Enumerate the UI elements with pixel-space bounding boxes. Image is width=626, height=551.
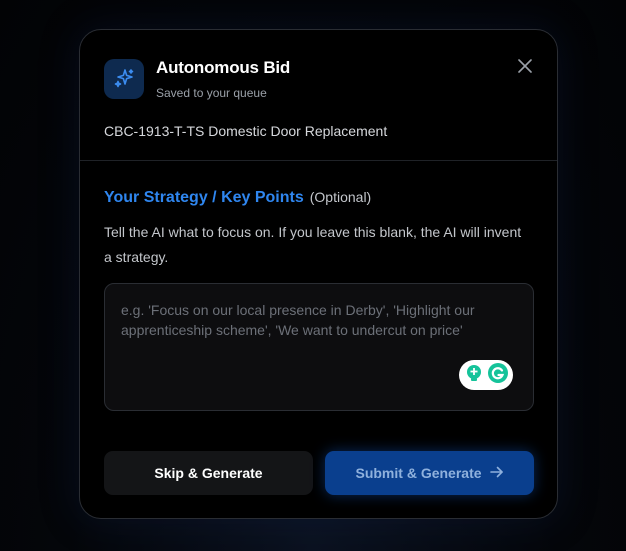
skip-generate-button[interactable]: Skip & Generate xyxy=(104,451,313,495)
autonomous-bid-modal: Autonomous Bid Saved to your queue CBC-1… xyxy=(79,29,558,519)
strategy-placeholder: e.g. 'Focus on our local presence in Der… xyxy=(121,302,475,338)
strategy-heading: Your Strategy / Key Points (Optional) xyxy=(104,189,371,207)
sparkles-icon xyxy=(104,59,144,99)
strategy-help-text: Tell the AI what to focus on. If you lea… xyxy=(104,224,522,265)
strategy-input[interactable]: e.g. 'Focus on our local presence in Der… xyxy=(104,283,534,411)
project-name: CBC-1913-T-TS Domestic Door Replacement xyxy=(104,123,388,139)
grammarly-widget[interactable] xyxy=(459,360,513,390)
close-icon[interactable] xyxy=(514,55,536,77)
submit-generate-label: Submit & Generate xyxy=(355,465,482,481)
strategy-title: Your Strategy / Key Points xyxy=(104,189,304,206)
grammarly-icon[interactable] xyxy=(487,362,509,389)
optional-label: (Optional) xyxy=(309,189,372,205)
submit-generate-button[interactable]: Submit & Generate xyxy=(325,451,534,495)
lightbulb-icon[interactable] xyxy=(464,363,484,388)
modal-subtitle: Saved to your queue xyxy=(156,86,267,100)
skip-generate-label: Skip & Generate xyxy=(154,465,263,481)
modal-title: Autonomous Bid xyxy=(156,58,291,77)
divider xyxy=(80,160,557,161)
arrow-right-icon xyxy=(489,465,504,481)
